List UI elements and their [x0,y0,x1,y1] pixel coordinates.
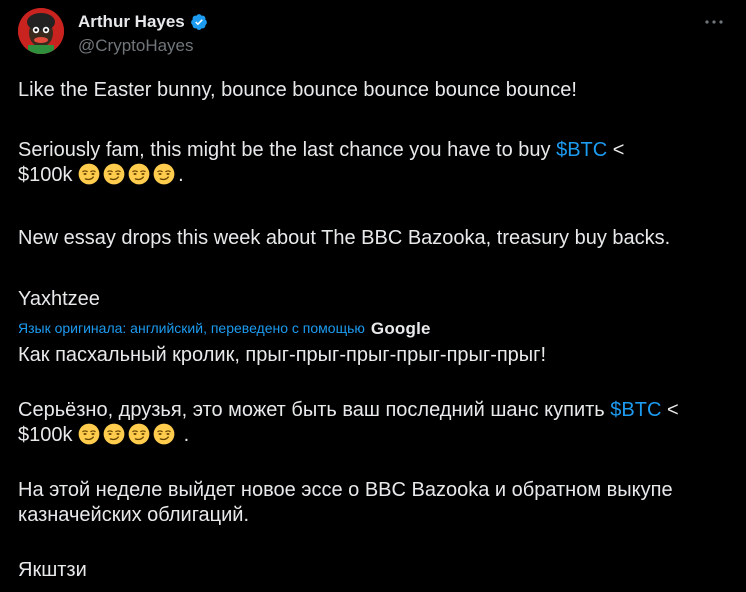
smirking-face-emoji-icon [103,423,125,445]
smirking-face-emoji-icon [153,163,175,185]
translated-line-2-suffix: < [661,399,679,421]
more-options-icon[interactable] [702,10,726,34]
avatar[interactable] [18,8,64,54]
post-line-2-end: . [178,164,184,186]
translated-line-2: Серьёзно, друзья, это может быть ваш пос… [18,398,730,448]
translated-price: $100k [18,424,73,446]
smirking-face-emoji-icon [128,163,150,185]
smirking-face-emoji-icon [78,163,100,185]
emoji-group-original [78,163,178,186]
post-content: Like the Easter bunny, bounce bounce bou… [18,78,730,583]
translated-signature: Якштзи [18,559,87,581]
translated-line-2-prefix: Серьёзно, друзья, это может быть ваш пос… [18,399,611,421]
post-price: $100k [18,164,73,186]
post-line-1: Like the Easter bunny, bounce bounce bou… [18,79,577,101]
translation-note: Язык оригинала: английский, переведено с… [18,316,730,341]
translated-line-3: На этой неделе выйдет новое эссе о BBC B… [18,479,679,526]
emoji-group-translated [78,423,178,446]
cashtag-link[interactable]: $BTC [556,139,607,161]
user-handle[interactable]: @CryptoHayes [78,36,194,56]
display-name[interactable]: Arthur Hayes [78,12,185,32]
translated-line-2-end: . [178,424,190,446]
avatar-image [18,8,64,54]
translated-line-1: Как пасхальный кролик, прыг-прыг-прыг-пр… [18,344,547,366]
smirking-face-emoji-icon [128,423,150,445]
post-line-3: New essay drops this week about The BBC … [18,227,671,249]
smirking-face-emoji-icon [78,423,100,445]
smirking-face-emoji-icon [103,163,125,185]
translated-cashtag-link[interactable]: $BTC [610,399,661,421]
name-row: Arthur Hayes [78,12,208,32]
google-logo: Google [370,319,431,338]
smirking-face-emoji-icon [153,423,175,445]
post-line-2: Seriously fam, this might be the last ch… [18,138,730,188]
post-line-2-prefix: Seriously fam, this might be the last ch… [18,139,557,161]
translation-note-text: Язык оригинала: английский, переведено с… [18,320,365,336]
post-header: Arthur Hayes @CryptoHayes [18,8,728,56]
verified-badge-icon [190,13,208,31]
post-line-2-suffix: < [607,139,625,161]
post-signature: Yaxhtzee [18,288,100,310]
